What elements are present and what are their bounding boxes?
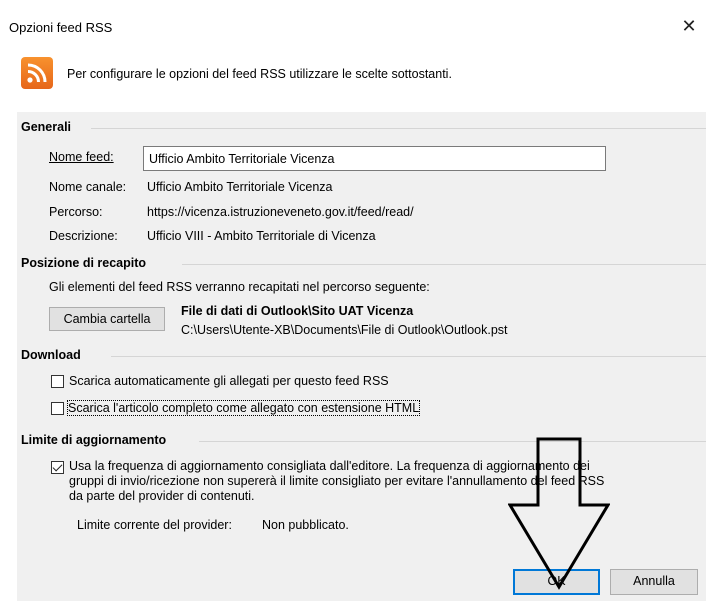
title-bar: Opzioni feed RSS ✕ bbox=[0, 0, 706, 46]
section-heading-update-limit: Limite di aggiornamento bbox=[21, 433, 167, 447]
description-label: Descrizione: bbox=[49, 229, 118, 243]
full-article-checkbox[interactable] bbox=[51, 402, 64, 415]
folder-path: C:\Users\Utente-XB\Documents\File di Out… bbox=[181, 323, 508, 337]
feed-name-value: Ufficio Ambito Territoriale Vicenza bbox=[149, 152, 335, 166]
dialog-title: Opzioni feed RSS bbox=[9, 20, 113, 35]
provider-limit-value: Non pubblicato. bbox=[262, 518, 349, 532]
ok-label: OK bbox=[547, 574, 566, 588]
feed-name-label: Nome feed: bbox=[49, 150, 114, 164]
divider bbox=[91, 128, 706, 129]
divider bbox=[111, 356, 706, 357]
auto-attachments-checkbox[interactable] bbox=[51, 375, 64, 388]
delivery-intro: Gli elementi del feed RSS verranno recap… bbox=[49, 280, 430, 294]
path-label: Percorso: bbox=[49, 205, 103, 219]
close-icon[interactable]: ✕ bbox=[674, 14, 704, 38]
change-folder-button[interactable]: Cambia cartella bbox=[49, 307, 165, 331]
full-article-label[interactable]: Scarica l'articolo completo come allegat… bbox=[66, 400, 421, 416]
use-publisher-frequency-checkbox[interactable] bbox=[51, 461, 64, 474]
cancel-button[interactable]: Annulla bbox=[610, 569, 698, 595]
use-publisher-frequency-label[interactable]: Usa la frequenza di aggiornamento consig… bbox=[69, 459, 699, 504]
feed-name-input[interactable]: Ufficio Ambito Territoriale Vicenza bbox=[143, 146, 606, 171]
rss-icon bbox=[21, 57, 53, 89]
path-value: https://vicenza.istruzioneveneto.gov.it/… bbox=[147, 205, 414, 219]
auto-attachments-label[interactable]: Scarica automaticamente gli allegati per… bbox=[69, 374, 389, 388]
folder-name: File di dati di Outlook\Sito UAT Vicenza bbox=[181, 304, 414, 318]
divider bbox=[199, 441, 706, 442]
header-instructions: Per configurare le opzioni del feed RSS … bbox=[67, 67, 452, 81]
change-folder-label: Cambia cartella bbox=[63, 312, 151, 326]
cancel-label: Annulla bbox=[633, 574, 675, 588]
label-line-3: da parte del provider di contenuti. bbox=[69, 489, 255, 503]
divider bbox=[182, 264, 706, 265]
section-heading-generali: Generali bbox=[21, 120, 72, 134]
channel-value: Ufficio Ambito Territoriale Vicenza bbox=[147, 180, 333, 194]
provider-limit-label: Limite corrente del provider: bbox=[77, 518, 232, 532]
section-heading-download: Download bbox=[21, 348, 81, 362]
label-line-2: gruppi di invio/ricezione non supererà i… bbox=[69, 474, 605, 488]
description-value: Ufficio VIII - Ambito Territoriale di Vi… bbox=[147, 229, 376, 243]
label-line-1: Usa la frequenza di aggiornamento consig… bbox=[69, 459, 590, 473]
section-heading-delivery: Posizione di recapito bbox=[21, 256, 147, 270]
channel-label: Nome canale: bbox=[49, 180, 127, 194]
ok-button[interactable]: OK bbox=[513, 569, 600, 595]
